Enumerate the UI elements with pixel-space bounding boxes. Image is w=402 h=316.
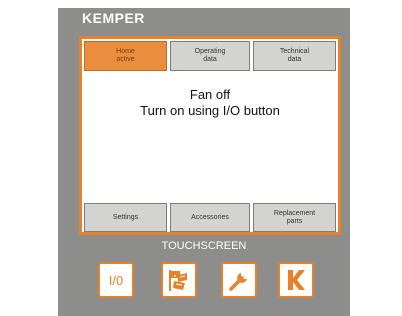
status-message-hint: Turn on using I/O button	[140, 103, 280, 118]
kemper-button[interactable]	[278, 262, 314, 298]
power-io-icon: I/0	[108, 272, 124, 288]
touchscreen-display: Home active Operating data Technical dat…	[79, 36, 341, 235]
flags-button[interactable]	[161, 262, 197, 298]
touchscreen-label: TOUCHSCREEN	[161, 240, 247, 252]
tab-accessories[interactable]: Accessories	[170, 203, 250, 232]
brand-logo: KEMPER	[82, 10, 145, 26]
tab-replacement-parts[interactable]: Replacement parts	[253, 203, 336, 232]
tab-technical-data[interactable]: Technical data	[253, 41, 336, 71]
tab-home[interactable]: Home active	[84, 41, 167, 71]
io-button[interactable]: I/0	[98, 262, 134, 298]
tab-operating-data[interactable]: Operating data	[170, 41, 250, 71]
tab-settings[interactable]: Settings	[84, 203, 167, 232]
wrench-icon	[229, 273, 247, 291]
flags-icon	[169, 270, 187, 291]
service-button[interactable]	[221, 262, 257, 298]
kemper-k-icon	[288, 270, 305, 290]
status-message-title: Fan off	[189, 87, 231, 102]
